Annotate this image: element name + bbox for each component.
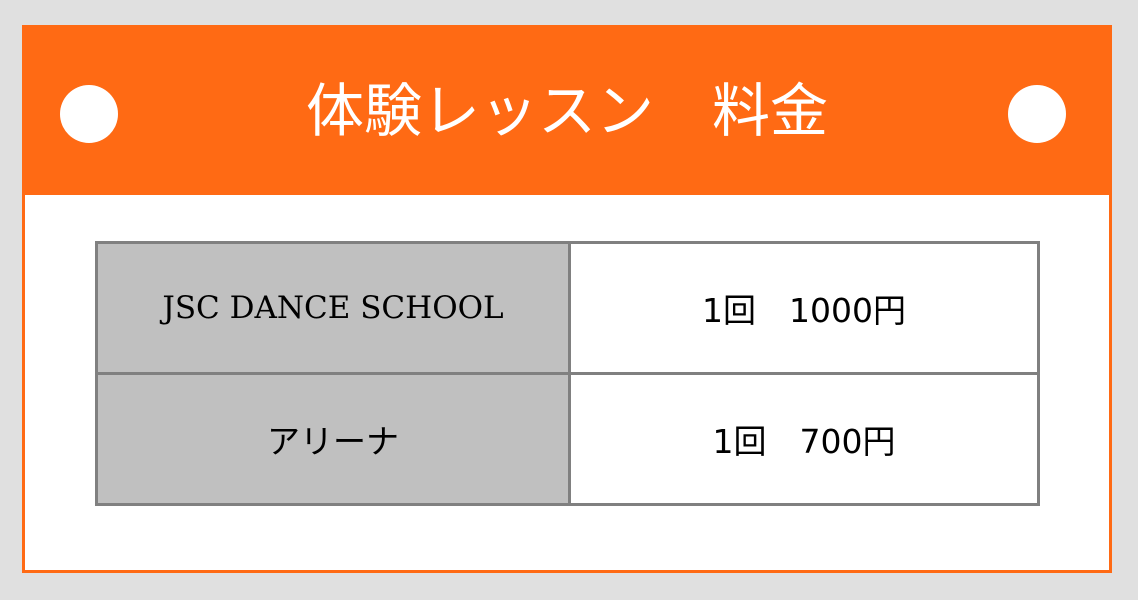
- pricing-card: 体験レッスン 料金 JSC DANCE SCHOOL 1回 1000円 アリーナ…: [22, 25, 1112, 573]
- table-row: JSC DANCE SCHOOL 1回 1000円: [95, 241, 1040, 375]
- price-table: JSC DANCE SCHOOL 1回 1000円 アリーナ 1回 700円: [95, 241, 1040, 506]
- row-price-jsc-dance-school: 1回 1000円: [568, 241, 1040, 375]
- row-label-jsc-dance-school: JSC DANCE SCHOOL: [95, 241, 571, 375]
- row-label-arena: アリーナ: [95, 372, 571, 506]
- row-price-arena: 1回 700円: [568, 372, 1040, 506]
- card-header: 体験レッスン 料金: [25, 28, 1109, 195]
- table-row: アリーナ 1回 700円: [95, 372, 1040, 506]
- binder-hole-right: [1008, 85, 1066, 143]
- page-title: 体験レッスン 料金: [305, 77, 828, 145]
